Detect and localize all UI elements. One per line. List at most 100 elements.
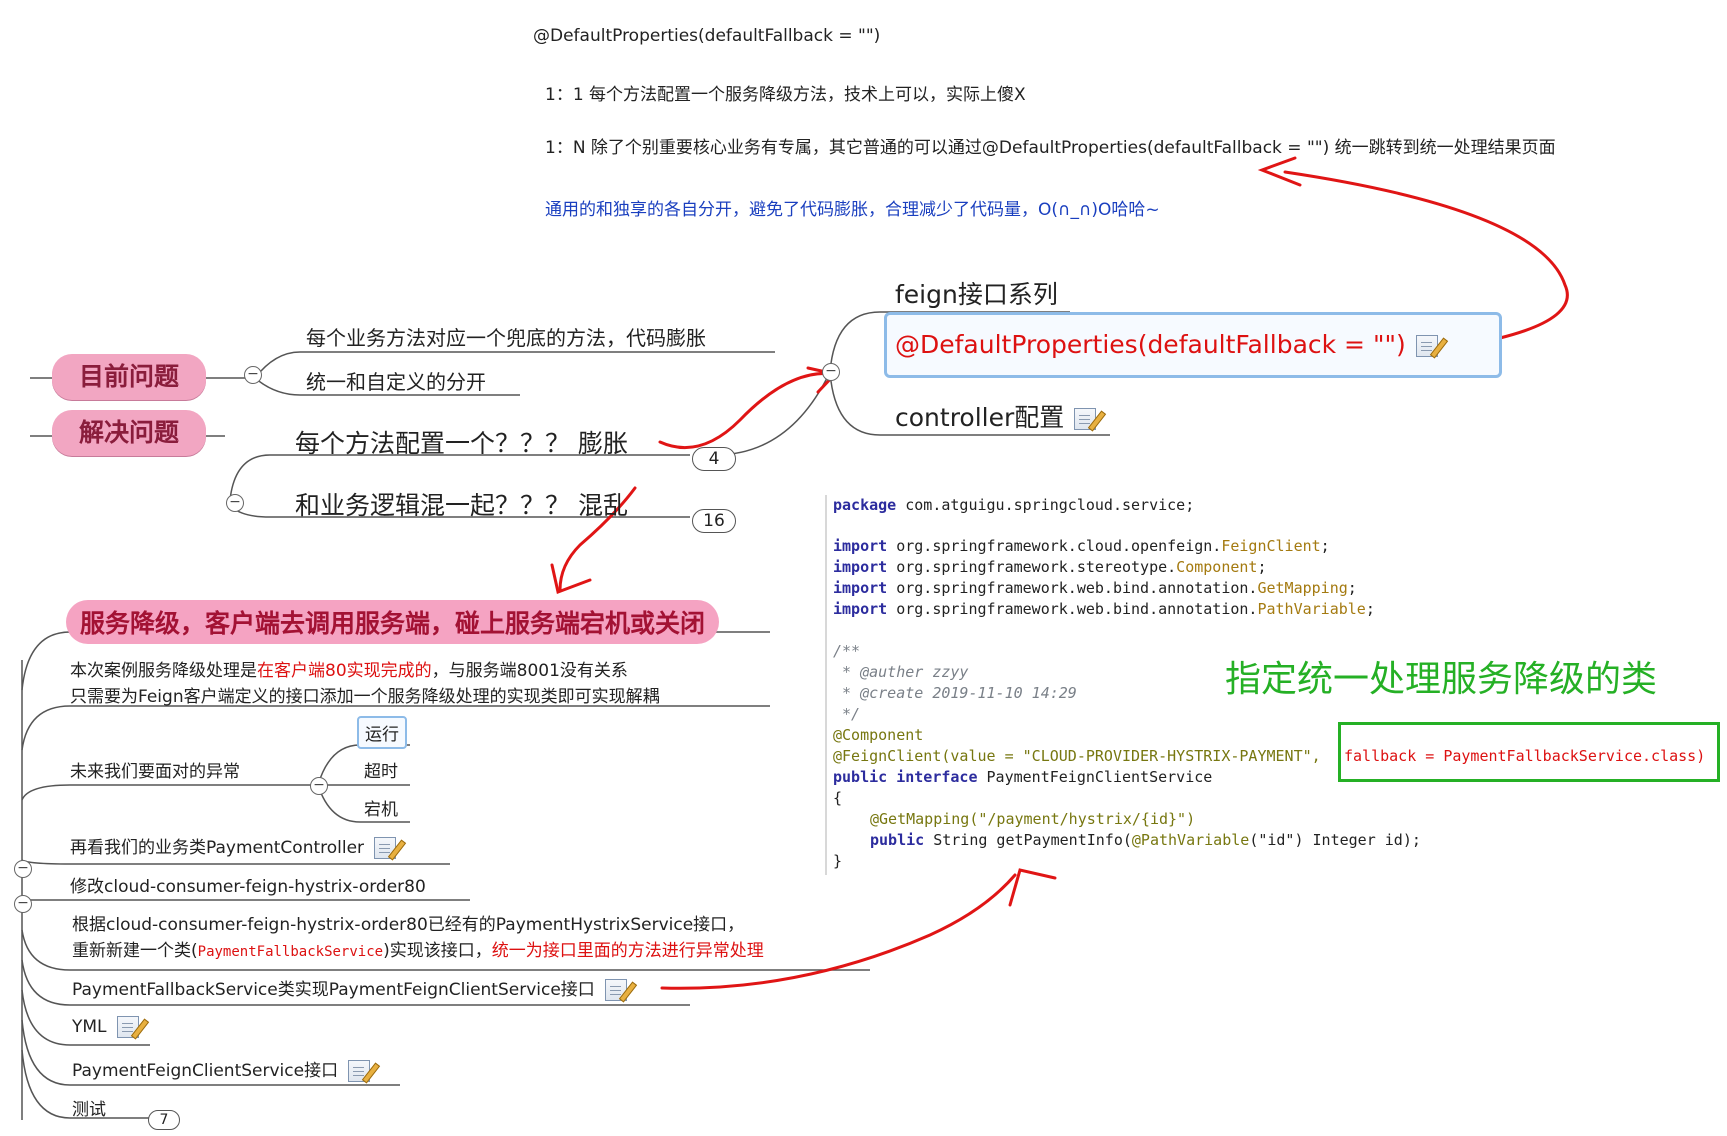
item-fallback-impl-label: PaymentFallbackService类实现PaymentFeignCli…: [72, 980, 595, 1000]
intro-line-1-c: ，与服务端8001没有关系: [431, 661, 628, 681]
item-payment-controller-label: 再看我们的业务类PaymentController: [70, 838, 365, 858]
code-import-pre: org.springframework.web.bind.annotation.: [887, 600, 1258, 618]
code-comment-2: * @auther zzyy: [833, 663, 969, 681]
code-import-cls: Component: [1176, 558, 1258, 576]
note-one-to-n: 1：N 除了个别重要核心业务有专属，其它普通的可以通过@DefaultPrope…: [545, 138, 1556, 158]
item-new-class-line-1[interactable]: 根据cloud-consumer-feign-hystrix-order80已经…: [72, 910, 744, 935]
solution-item-1[interactable]: 每个方法配置一个？？？ 膨胀: [295, 424, 628, 460]
code-import-1: import org.springframework.cloud.openfei…: [833, 537, 1330, 555]
code-package-name: com.atguigu.springcloud.service;: [896, 496, 1195, 514]
line-lower-3: [21, 784, 320, 801]
item-yml[interactable]: YML: [72, 1016, 139, 1038]
code-import-kw: import: [833, 579, 888, 597]
note-summary: 通用的和独享的各自分开，避免了代码膨胀，合理减少了代码量，O(∩_∩)O哈哈~: [545, 200, 1160, 220]
item-new-class-line-2[interactable]: 重新新建一个类(PaymentFallbackService)实现该接口，统一为…: [72, 936, 764, 961]
collapse-problem-icon[interactable]: −: [244, 366, 262, 384]
intro-line-1-b: 在客户端80实现完成的: [257, 661, 432, 681]
item-new-class-d: 统一为接口里面的方法进行异常处理: [491, 941, 764, 961]
collapse-lower-2-icon[interactable]: −: [14, 895, 32, 913]
note-icon[interactable]: [374, 837, 397, 859]
item-new-class-a: 重新新建一个类(: [72, 941, 198, 961]
code-method-a: String getPaymentInfo(: [924, 831, 1132, 849]
collapse-solution-icon[interactable]: −: [226, 494, 244, 512]
code-comment-3: * @create 2019-11-10 14:29: [833, 684, 1077, 702]
code-import-pre: org.springframework.cloud.openfeign.: [887, 537, 1222, 555]
banner-service-degradation[interactable]: 服务降级，客户端去调用服务端，碰上服务端宕机或关闭: [66, 600, 720, 644]
code-feign-annotation: @FeignClient(value = "CLOUD-PROVIDER-HYS…: [833, 747, 1321, 765]
line-lower-4: [21, 859, 450, 865]
code-import-cls: PathVariable: [1257, 600, 1366, 618]
code-method-b: ("id") Integer id);: [1249, 831, 1421, 849]
code-package-kw: package: [833, 496, 897, 514]
item-feign-client-iface[interactable]: PaymentFeignClientService接口: [72, 1056, 371, 1082]
code-component: @Component: [833, 726, 924, 744]
item-test[interactable]: 测试: [72, 1095, 106, 1120]
exception-timeout[interactable]: 超时: [364, 757, 398, 782]
note-one-to-one: 1：1 每个方法配置一个服务降级方法，技术上可以，实际上傻X: [545, 85, 1026, 105]
code-import-post: ;: [1320, 537, 1330, 555]
item-fallback-impl[interactable]: PaymentFallbackService类实现PaymentFeignCli…: [72, 975, 627, 1001]
code-import-kw: import: [833, 600, 888, 618]
code-import-2: import org.springframework.stereotype.Co…: [833, 558, 1266, 576]
intro-line-2[interactable]: 只需要为Feign客户端定义的接口添加一个服务降级处理的实现类即可实现解耦: [70, 682, 660, 707]
code-import-pre: org.springframework.web.bind.annotation.: [887, 579, 1258, 597]
note-icon[interactable]: [604, 979, 627, 1001]
note-icon[interactable]: [116, 1016, 139, 1038]
item-feign-client-iface-label: PaymentFeignClientService接口: [72, 1061, 339, 1081]
problem-item-2[interactable]: 统一和自定义的分开: [306, 366, 486, 395]
code-fallback: fallback = PaymentFallbackService.class): [1344, 747, 1706, 765]
item-yml-label: YML: [72, 1017, 107, 1037]
item-payment-controller[interactable]: 再看我们的业务类PaymentController: [70, 833, 397, 859]
code-method-ann: @PathVariable: [1131, 831, 1250, 849]
code-import-cls: GetMapping: [1257, 579, 1348, 597]
code-getmapping: @GetMapping("/payment/hystrix/{id}"): [870, 810, 1196, 828]
intro-line-1[interactable]: 本次案例服务降级处理是在客户端80实现完成的，与服务端8001没有关系: [70, 656, 628, 681]
code-import-post: ;: [1347, 579, 1357, 597]
exception-runtime[interactable]: 运行: [357, 716, 407, 749]
feign-item-controller-config-label: controller配置: [895, 403, 1065, 432]
node-current-problem[interactable]: 目前问题: [52, 354, 206, 400]
code-method: public String getPaymentInfo(@PathVariab…: [870, 831, 1421, 849]
code-interface-name: PaymentFeignClientService: [977, 768, 1213, 786]
code-import-kw: import: [833, 558, 888, 576]
collapse-exceptions-icon[interactable]: −: [310, 777, 328, 795]
collapse-lower-icon[interactable]: −: [14, 860, 32, 878]
collapse-feign-icon[interactable]: −: [822, 363, 840, 381]
feign-item-default-properties[interactable]: @DefaultProperties(defaultFallback = ""): [895, 330, 1438, 359]
code-brace-close: }: [833, 852, 843, 870]
code-interface: public interface PaymentFeignClientServi…: [833, 768, 1212, 786]
exceptions-label[interactable]: 未来我们要面对的异常: [70, 757, 240, 782]
node-solve-problem[interactable]: 解决问题: [52, 410, 206, 456]
code-import-3: import org.springframework.web.bind.anno…: [833, 579, 1357, 597]
intro-line-1-a: 本次案例服务降级处理是: [70, 661, 257, 681]
badge-count-4[interactable]: 4: [692, 447, 736, 471]
code-comment-1: /**: [833, 642, 861, 660]
code-comment-4: */: [833, 705, 861, 723]
code-import-cls: FeignClient: [1221, 537, 1321, 555]
code-method-kw: public: [870, 831, 925, 849]
code-import-post: ;: [1365, 600, 1375, 618]
code-import-post: ;: [1257, 558, 1267, 576]
feign-item-default-properties-label: @DefaultProperties(defaultFallback = ""): [895, 330, 1406, 359]
problem-item-1[interactable]: 每个业务方法对应一个兜底的方法，代码膨胀: [306, 322, 706, 351]
code-package: package com.atguigu.springcloud.service;: [833, 496, 1194, 514]
code-interface-kw: public interface: [833, 768, 978, 786]
solution-item-2[interactable]: 和业务逻辑混一起？？？ 混乱: [295, 486, 628, 522]
green-label: 指定统一处理服务降级的类: [1225, 659, 1658, 700]
code-brace-open: {: [833, 789, 843, 807]
item-modify-order80[interactable]: 修改cloud-consumer-feign-hystrix-order80: [70, 872, 426, 897]
item-new-class-c: )实现该接口，: [383, 941, 492, 961]
badge-count-16[interactable]: 16: [692, 509, 736, 533]
feign-item-controller-config[interactable]: controller配置: [895, 398, 1097, 434]
code-import-pre: org.springframework.stereotype.: [887, 558, 1177, 576]
badge-count-7[interactable]: 7: [148, 1110, 180, 1130]
note-default-properties: @DefaultProperties(defaultFallback = ""): [533, 26, 881, 46]
note-icon[interactable]: [1415, 335, 1438, 357]
feign-item-interface-series[interactable]: feign接口系列: [895, 275, 1058, 311]
exception-down[interactable]: 宕机: [364, 795, 398, 820]
line-feign-root: [714, 371, 831, 456]
arrow-to-default-properties: [658, 371, 837, 450]
note-icon[interactable]: [1074, 408, 1097, 430]
code-import-4: import org.springframework.web.bind.anno…: [833, 600, 1375, 618]
note-icon[interactable]: [348, 1060, 371, 1082]
